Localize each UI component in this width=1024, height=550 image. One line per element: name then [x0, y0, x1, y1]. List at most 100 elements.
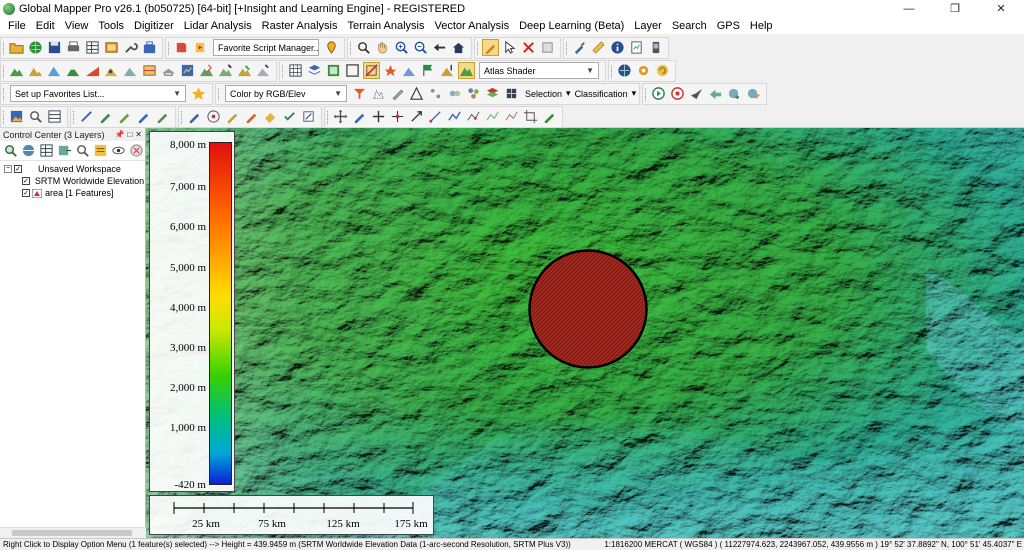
world-icon[interactable] — [616, 62, 633, 79]
draw-marker-icon[interactable] — [135, 108, 152, 125]
peak-icon[interactable] — [65, 62, 82, 79]
selection-menu[interactable]: Selection — [521, 89, 566, 99]
close-button[interactable]: ✕ — [978, 0, 1024, 17]
classification-menu[interactable]: Classification — [571, 89, 632, 99]
toolbox-icon[interactable] — [141, 39, 158, 56]
open-folder-icon[interactable] — [8, 39, 25, 56]
measure-area-icon[interactable] — [389, 85, 406, 102]
layer-options-icon[interactable] — [75, 142, 91, 159]
layer-metadata-icon[interactable] — [92, 142, 108, 159]
brush-icon[interactable] — [571, 39, 588, 56]
map-view[interactable]: 8,000 m 7,000 m 6,000 m 5,000 m 4,000 m … — [146, 128, 1024, 538]
settings-icon[interactable] — [635, 62, 652, 79]
menu-search[interactable]: Search — [667, 20, 712, 32]
table-view-icon[interactable] — [46, 108, 63, 125]
workspace-node[interactable]: − ✓ Unsaved Workspace — [0, 163, 145, 175]
area-feature-circle[interactable] — [528, 249, 648, 369]
draw-line-icon[interactable] — [78, 108, 95, 125]
add-layer-icon[interactable] — [726, 85, 743, 102]
buffer-icon[interactable] — [446, 85, 463, 102]
save-icon[interactable] — [46, 39, 63, 56]
menu-raster-analysis[interactable]: Raster Analysis — [257, 20, 343, 32]
lighting-icon[interactable] — [382, 62, 399, 79]
menu-gps[interactable]: GPS — [712, 20, 745, 32]
layers-icon[interactable] — [306, 62, 323, 79]
fly-through-icon[interactable] — [688, 85, 705, 102]
slope-icon[interactable] — [84, 62, 101, 79]
edit-layer-icon[interactable] — [745, 85, 762, 102]
shader-dropdown[interactable]: Atlas Shader ▼ — [479, 62, 599, 79]
menu-vector-analysis[interactable]: Vector Analysis — [430, 20, 515, 32]
layer-table-icon[interactable] — [39, 142, 55, 159]
snap-icon[interactable] — [427, 85, 444, 102]
cross-section-icon[interactable] — [141, 62, 158, 79]
draw-brush-icon[interactable] — [154, 108, 171, 125]
run-script-icon[interactable] — [192, 39, 209, 56]
find-icon[interactable] — [27, 108, 44, 125]
gps-device-icon[interactable] — [647, 39, 664, 56]
crop-icon[interactable] — [522, 108, 539, 125]
refresh-icon[interactable] — [654, 62, 671, 79]
panel-close-icon[interactable]: ✕ — [135, 130, 142, 139]
snap-vertex-icon[interactable] — [503, 108, 520, 125]
delete-icon[interactable] — [520, 39, 537, 56]
layer-remove-icon[interactable] — [128, 142, 144, 159]
elevation-map[interactable] — [146, 128, 1024, 538]
volume-icon[interactable] — [160, 62, 177, 79]
point-cloud-icon[interactable] — [370, 85, 387, 102]
move-vertex-icon[interactable] — [351, 108, 368, 125]
grid-icon[interactable] — [287, 62, 304, 79]
maximize-button[interactable]: ❐ — [932, 0, 978, 17]
favorite-script-dropdown[interactable]: Favorite Script Manager...▼ — [213, 39, 319, 56]
viewshed-icon[interactable] — [103, 62, 120, 79]
raster-layers-icon[interactable] — [484, 85, 501, 102]
check-icon[interactable] — [281, 108, 298, 125]
scrollbar-thumb[interactable] — [12, 530, 132, 536]
line-edit-icon[interactable] — [446, 108, 463, 125]
split-icon[interactable] — [243, 108, 260, 125]
rotate-icon[interactable] — [408, 108, 425, 125]
layer-export-icon[interactable] — [57, 142, 73, 159]
layer-row-area[interactable]: ✓ area [1 Features] — [0, 187, 145, 199]
pan-arrows-icon[interactable] — [370, 108, 387, 125]
paint-icon[interactable] — [262, 108, 279, 125]
globe-icon[interactable] — [27, 39, 44, 56]
measure-edit-icon[interactable] — [300, 108, 317, 125]
color-by-dropdown[interactable]: Color by RGB/Elev ▼ — [225, 85, 347, 102]
grid-stack-icon[interactable] — [503, 85, 520, 102]
select-icon[interactable] — [501, 39, 518, 56]
map-layout-icon[interactable] — [325, 62, 342, 79]
warning-icon[interactable] — [408, 85, 425, 102]
classify-icon[interactable] — [198, 62, 215, 79]
panel-restore-icon[interactable]: □ — [127, 130, 132, 139]
workspace-checkbox[interactable]: ✓ — [14, 165, 22, 173]
print-icon[interactable] — [65, 39, 82, 56]
target-icon[interactable] — [205, 108, 222, 125]
contour-icon[interactable] — [27, 62, 44, 79]
trim-icon[interactable] — [541, 108, 558, 125]
lidar-filter-icon[interactable] — [255, 62, 272, 79]
area-layer-checkbox[interactable]: ✓ — [22, 189, 30, 197]
home-icon[interactable] — [450, 39, 467, 56]
hillshade-icon[interactable] — [122, 62, 139, 79]
add-vertex-icon[interactable] — [389, 108, 406, 125]
scale-icon[interactable] — [427, 108, 444, 125]
back-icon[interactable] — [431, 39, 448, 56]
config-icon[interactable] — [103, 39, 120, 56]
play-icon[interactable] — [650, 85, 667, 102]
flag-icon[interactable] — [420, 62, 437, 79]
3d-icon[interactable] — [401, 62, 418, 79]
ruler-icon[interactable] — [590, 39, 607, 56]
frame-icon[interactable] — [344, 62, 361, 79]
favorites-dropdown[interactable]: Set up Favorites List... ▼ — [10, 85, 186, 102]
zoom-in-icon[interactable] — [393, 39, 410, 56]
menu-view[interactable]: View — [60, 20, 94, 32]
menu-help[interactable]: Help — [745, 20, 778, 32]
join-icon[interactable] — [465, 108, 482, 125]
watershed-icon[interactable] — [46, 62, 63, 79]
layer-row-srtm[interactable]: ✓ SRTM Worldwide Elevation Data — [0, 175, 145, 187]
stop-icon[interactable] — [669, 85, 686, 102]
menu-layer[interactable]: Layer — [629, 20, 667, 32]
star-icon[interactable] — [190, 85, 207, 102]
path-profile-icon[interactable] — [628, 39, 645, 56]
